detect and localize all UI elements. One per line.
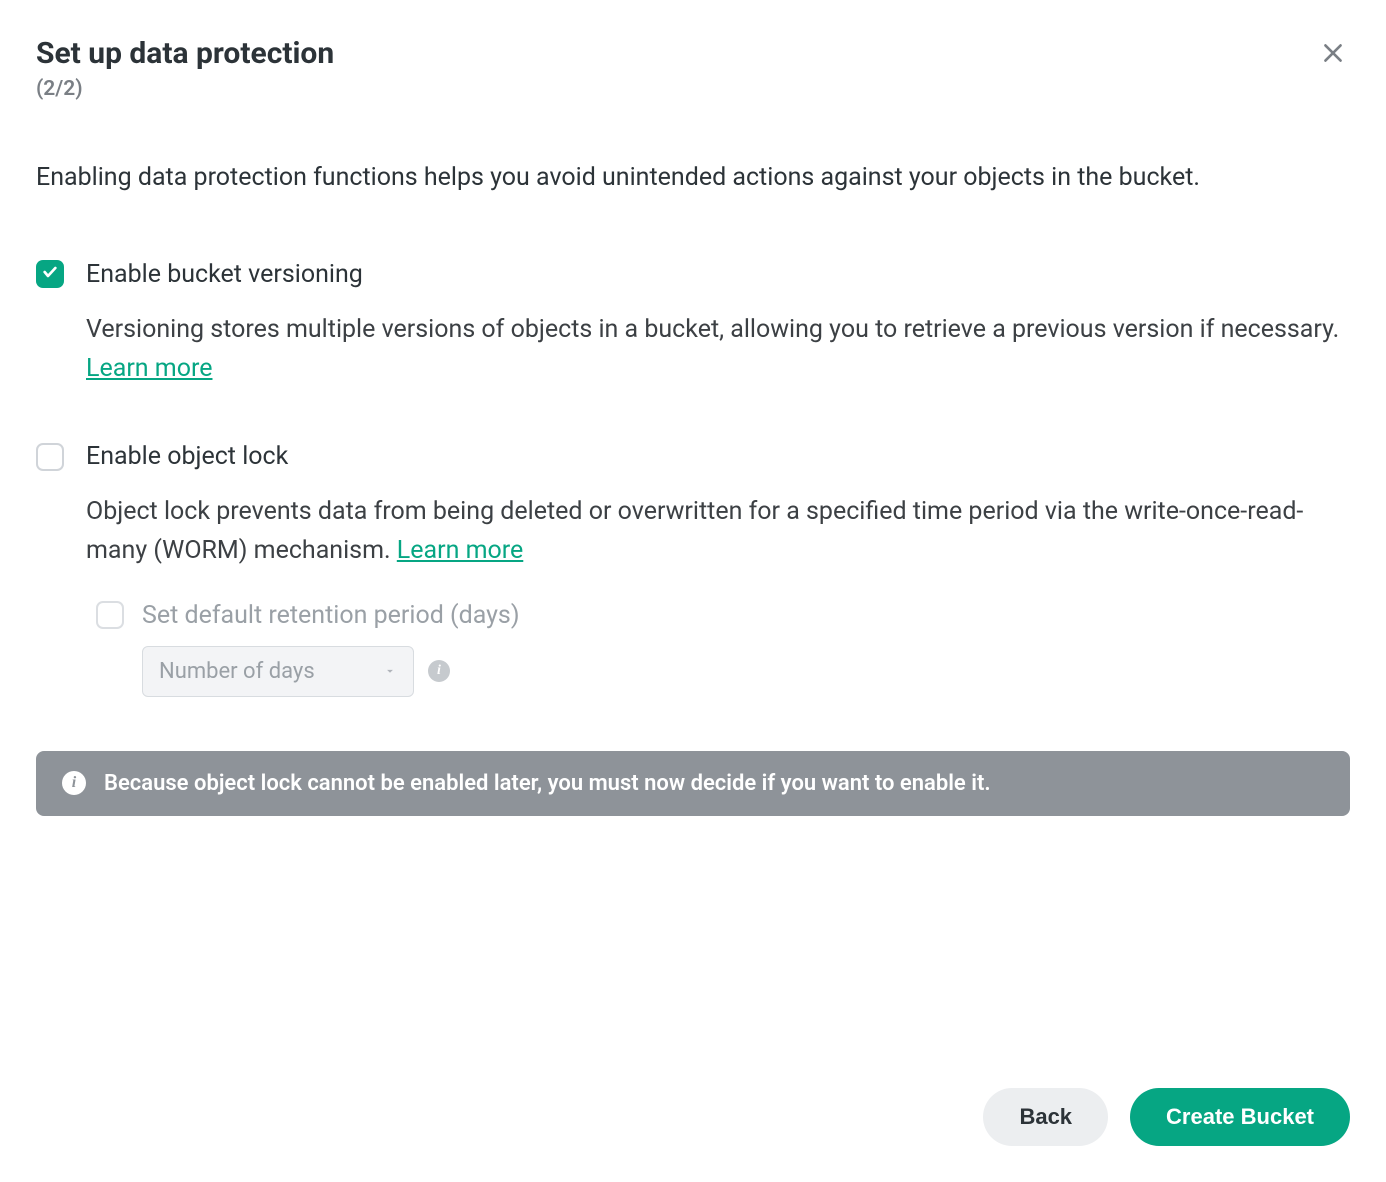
retention-input-row: Number of days i	[142, 646, 1350, 697]
object-lock-label: Enable object lock	[86, 442, 288, 471]
versioning-label: Enable bucket versioning	[86, 260, 363, 289]
options-section: Enable bucket versioning Versioning stor…	[36, 260, 1350, 697]
option-object-lock-row: Enable object lock	[36, 442, 1350, 471]
versioning-desc-text: Versioning stores multiple versions of o…	[86, 315, 1339, 344]
notice-text: Because object lock cannot be enabled la…	[104, 771, 991, 796]
close-button[interactable]	[1316, 36, 1350, 70]
checkbox-retention	[96, 601, 124, 629]
checkmark-icon	[42, 264, 58, 284]
info-icon[interactable]: i	[428, 660, 450, 682]
chevron-down-icon	[383, 659, 397, 684]
step-indicator: (2/2)	[36, 77, 334, 101]
retention-label: Set default retention period (days)	[142, 601, 520, 630]
option-versioning: Enable bucket versioning Versioning stor…	[36, 260, 1350, 389]
intro-text: Enabling data protection functions helps…	[36, 159, 1350, 198]
dialog-header: Set up data protection (2/2)	[36, 36, 1350, 101]
dialog-footer: Back Create Bucket	[983, 1088, 1350, 1146]
close-icon	[1320, 54, 1346, 69]
title-block: Set up data protection (2/2)	[36, 36, 334, 101]
versioning-description: Versioning stores multiple versions of o…	[86, 311, 1350, 389]
retention-sub-option: Set default retention period (days) Numb…	[96, 601, 1350, 697]
retention-placeholder: Number of days	[159, 659, 315, 684]
page-title: Set up data protection	[36, 36, 334, 71]
option-object-lock: Enable object lock Object lock prevents …	[36, 442, 1350, 697]
object-lock-learn-more-link[interactable]: Learn more	[397, 536, 523, 565]
checkbox-versioning[interactable]	[36, 260, 64, 288]
info-icon: i	[62, 771, 86, 795]
create-bucket-button[interactable]: Create Bucket	[1130, 1088, 1350, 1146]
back-button[interactable]: Back	[983, 1088, 1108, 1146]
object-lock-description: Object lock prevents data from being del…	[86, 493, 1350, 571]
object-lock-desc-text: Object lock prevents data from being del…	[86, 497, 1303, 565]
retention-days-dropdown: Number of days	[142, 646, 414, 697]
checkbox-object-lock[interactable]	[36, 443, 64, 471]
versioning-learn-more-link[interactable]: Learn more	[86, 354, 212, 383]
retention-row: Set default retention period (days)	[96, 601, 1350, 630]
notice-banner: i Because object lock cannot be enabled …	[36, 751, 1350, 816]
option-versioning-row: Enable bucket versioning	[36, 260, 1350, 289]
